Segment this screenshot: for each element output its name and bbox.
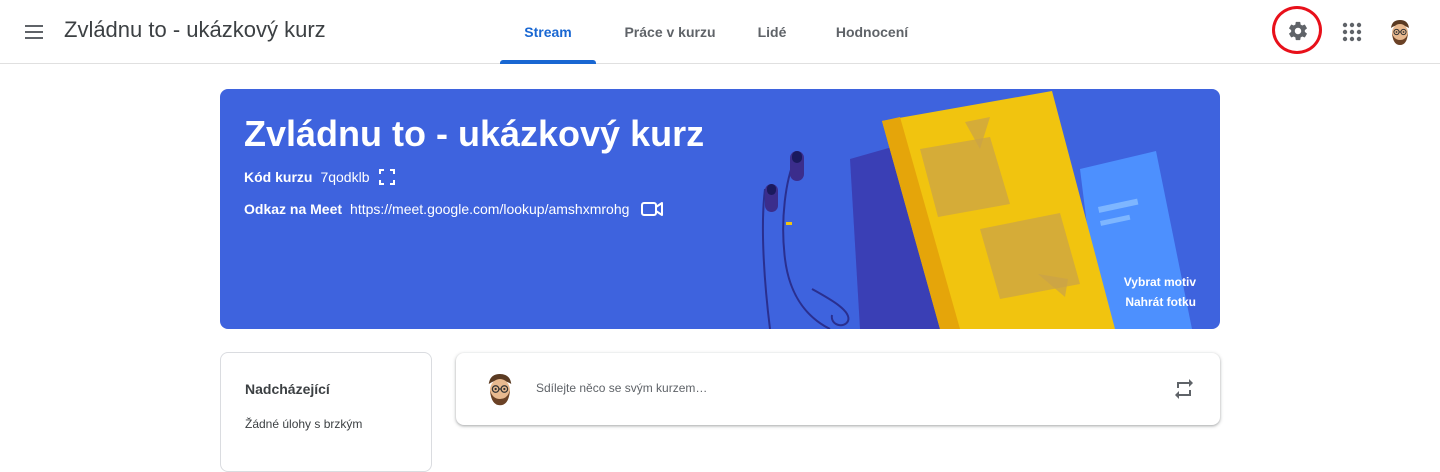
course-name-header[interactable]: Zvládnu to - ukázkový kurz — [64, 17, 326, 43]
tab-classwork[interactable]: Práce v kurzu — [608, 0, 732, 64]
menu-icon[interactable] — [22, 20, 46, 44]
course-title: Zvládnu to - ukázkový kurz — [244, 113, 705, 154]
tab-stream[interactable]: Stream — [500, 0, 596, 64]
upcoming-empty-text: Žádné úlohy s brzkým — [245, 417, 363, 431]
upcoming-title: Nadcházející — [245, 381, 330, 397]
meet-link-label: Odkaz na Meet — [244, 201, 343, 217]
user-avatar — [480, 369, 520, 409]
top-app-bar: Zvládnu to - ukázkový kurz Stream Práce … — [0, 0, 1440, 64]
meet-link-value[interactable]: https://meet.google.com/lookup/amshxmroh… — [350, 201, 629, 217]
share-input-placeholder[interactable]: Sdílejte něco se svým kurzem… — [536, 381, 707, 395]
expand-icon[interactable] — [379, 169, 396, 185]
user-avatar[interactable] — [1384, 16, 1416, 48]
video-camera-icon[interactable] — [641, 201, 664, 217]
settings-area — [1272, 6, 1326, 58]
upload-photo-link[interactable]: Nahrát fotku — [1125, 295, 1196, 309]
apps-grid-icon[interactable] — [1341, 21, 1363, 43]
tab-grades[interactable]: Hodnocení — [826, 0, 918, 64]
tab-people[interactable]: Lidé — [744, 0, 800, 64]
repost-icon[interactable] — [1172, 377, 1196, 401]
select-theme-link[interactable]: Vybrat motiv — [1124, 275, 1196, 289]
share-box[interactable]: Sdílejte něco se svým kurzem… — [456, 353, 1220, 425]
course-banner: Zvládnu to - ukázkový kurz Kód kurzu 7qod… — [220, 89, 1220, 329]
meet-link-row: Odkaz na Meet https://meet.google.com/loo… — [244, 201, 664, 217]
class-code-label: Kód kurzu — [244, 169, 313, 185]
class-code-value: 7qodklb — [320, 169, 370, 185]
class-code-row: Kód kurzu 7qodklb — [244, 169, 396, 185]
upcoming-card: Nadcházející Žádné úlohy s brzkým — [220, 352, 432, 472]
gear-icon[interactable] — [1287, 20, 1309, 42]
